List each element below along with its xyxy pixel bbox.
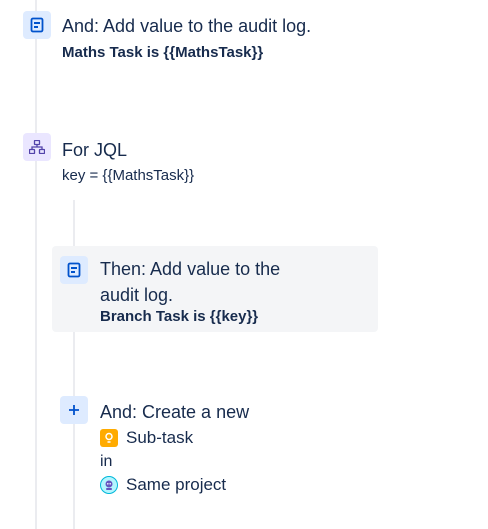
subtask-icon <box>100 429 118 447</box>
plus-icon <box>60 396 88 424</box>
project-value: Same project <box>100 475 226 495</box>
then-step-title-cont: audit log. <box>100 285 174 305</box>
project-label: Same project <box>126 475 227 494</box>
subtask-label: Sub-task <box>126 428 194 447</box>
create-step-title[interactable]: And: Create a new <box>100 400 249 424</box>
branch-icon <box>23 133 51 161</box>
then-step-title: Then: Add value to the <box>100 259 281 279</box>
audit-log-icon <box>23 11 51 39</box>
step-detail: Maths Task is {{MathsTask}} <box>62 44 264 61</box>
subtask-type: Sub-task <box>100 428 193 448</box>
then-step-detail: Branch Task is {{key}} <box>100 308 259 325</box>
step-title[interactable]: And: Add value to the audit log. <box>62 14 311 38</box>
rule-connector-line <box>35 0 37 529</box>
in-label: in <box>100 453 113 470</box>
branch-jql: key = {{MathsTask}} <box>62 167 195 184</box>
project-avatar-icon <box>100 476 118 494</box>
branch-title[interactable]: For JQL <box>62 138 127 162</box>
audit-log-icon <box>60 256 88 284</box>
